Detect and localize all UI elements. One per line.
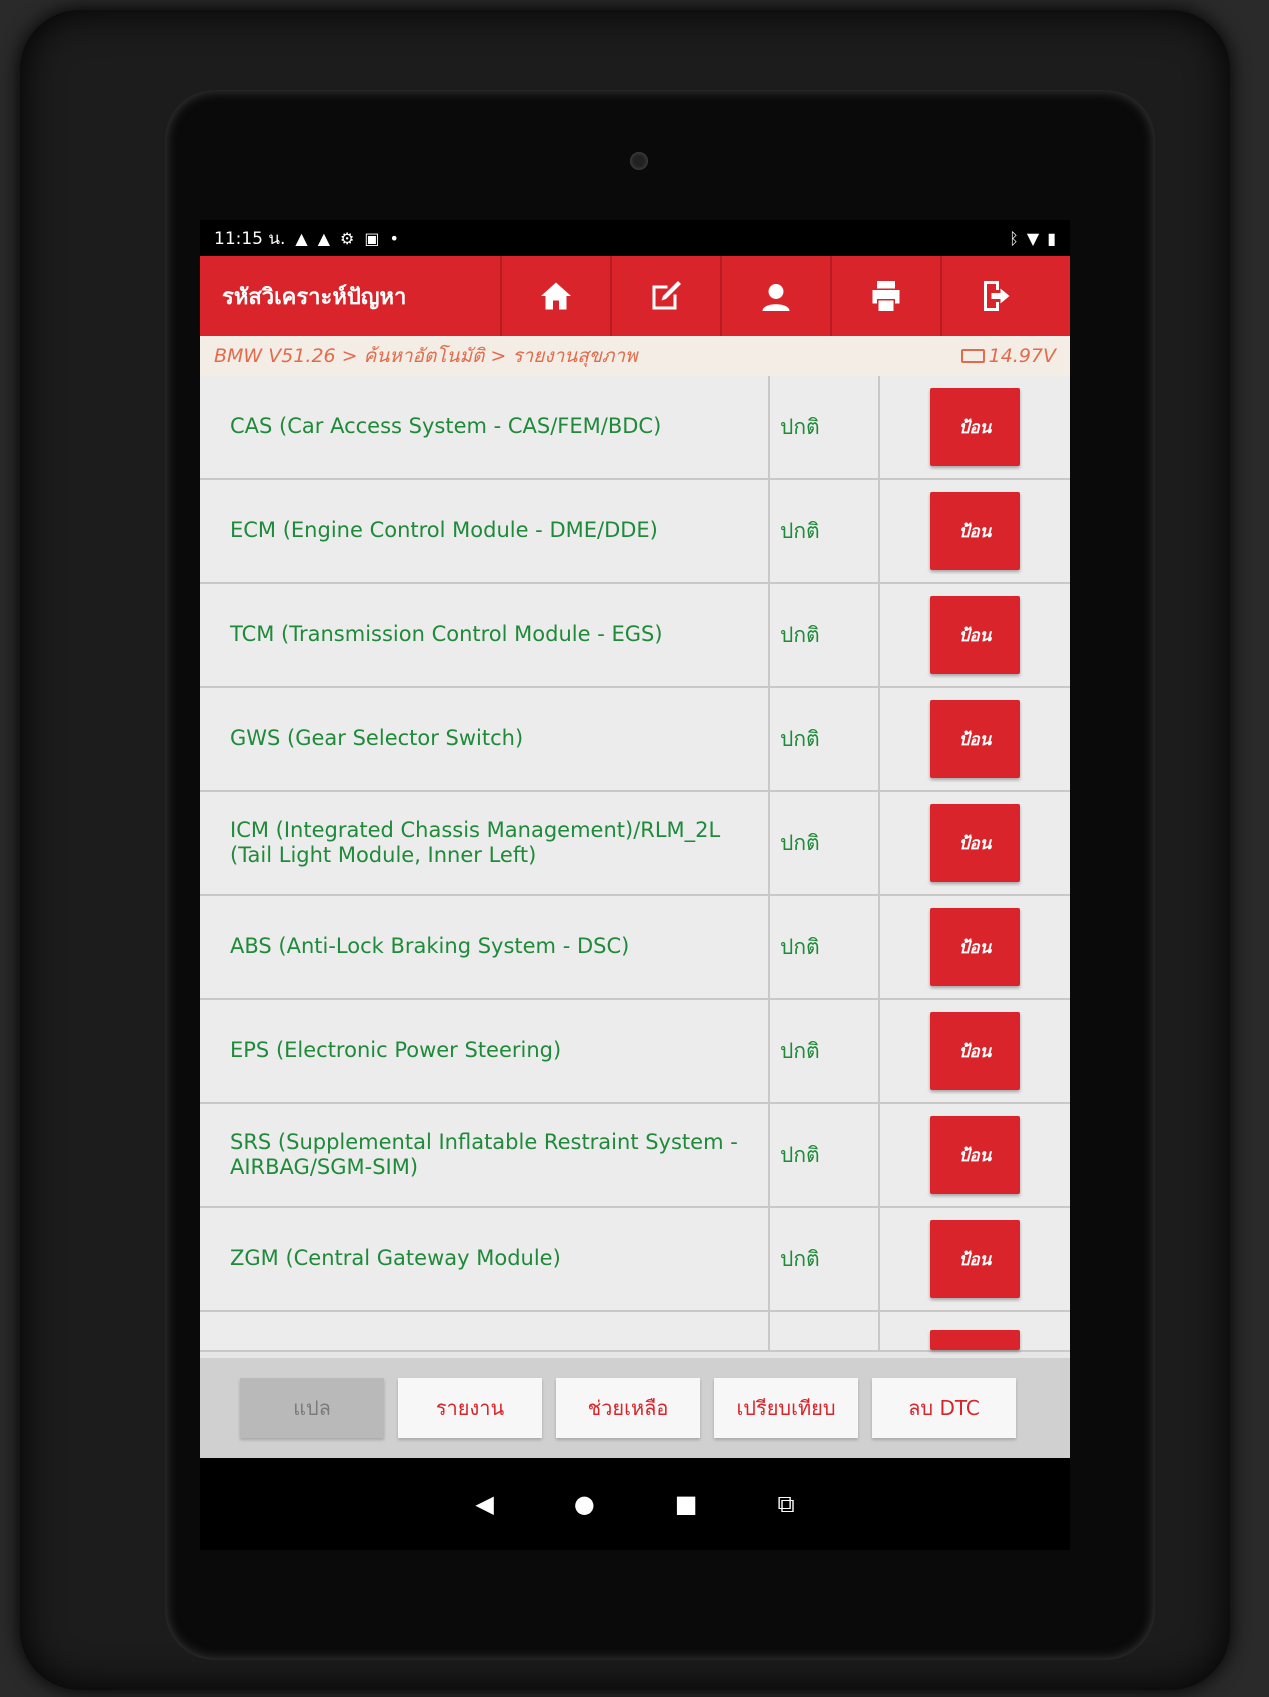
module-status: ปกติ [770, 1208, 880, 1310]
printer-icon [872, 281, 900, 311]
module-status: ปกติ [770, 376, 880, 478]
module-status: ปกติ [770, 792, 880, 894]
table-row: GWS (Gear Selector Switch) ปกติ ป้อน [200, 688, 1070, 792]
edit-button[interactable] [610, 256, 720, 336]
battery-voltage-icon [960, 349, 985, 363]
enter-module-button[interactable]: ป้อน [930, 596, 1020, 674]
compare-button[interactable]: เปรียบเทียบ [714, 1378, 858, 1438]
module-status: ปกติ [770, 1000, 880, 1102]
table-row: ICM (Integrated Chassis Management)/RLM_… [200, 792, 1070, 896]
table-row: EPS (Electronic Power Steering) ปกติ ป้อ… [200, 1000, 1070, 1104]
edit-icon [652, 281, 681, 310]
warning-icon: ▲ [295, 228, 308, 248]
battery-icon: ▮ [1047, 228, 1056, 248]
user-icon [762, 284, 790, 311]
voltage-value: 14.97V [988, 345, 1056, 367]
home-icon[interactable]: ● [574, 1490, 595, 1518]
translate-button[interactable]: แปล [240, 1378, 384, 1438]
exit-button[interactable] [940, 256, 1050, 336]
wifi-icon: ▼ [1026, 228, 1040, 248]
voltage-readout: 14.97V [960, 345, 1056, 367]
dot-icon: • [389, 228, 399, 248]
table-row [200, 1312, 1070, 1352]
table-row: ABS (Anti-Lock Braking System - DSC) ปกต… [200, 896, 1070, 1000]
home-button[interactable] [500, 256, 610, 336]
page-title: รหัสวิเคราะห์ปัญหา [222, 284, 407, 310]
module-name: ZGM (Central Gateway Module) [200, 1208, 770, 1310]
module-name: GWS (Gear Selector Switch) [200, 688, 770, 790]
clear-dtc-button[interactable]: ลบ DTC [872, 1378, 1016, 1438]
settings-icon: ⚙ [340, 228, 355, 248]
module-status: ปกติ [770, 480, 880, 582]
print-button[interactable] [830, 256, 940, 336]
help-button[interactable]: ช่วยเหลือ [556, 1378, 700, 1438]
module-name: ABS (Anti-Lock Braking System - DSC) [200, 896, 770, 998]
screen: 11:15 น. ▲ ▲ ⚙ ▣ • ᛒ ▼ ▮ รหัสวิเคราะห์ปั… [200, 220, 1070, 1550]
module-name: EPS (Electronic Power Steering) [200, 1000, 770, 1102]
recents-icon[interactable]: ■ [675, 1490, 698, 1518]
front-camera [630, 152, 648, 170]
breadcrumb: BMW V51.26 > ค้นหาอัตโนมัติ > รายงานสุขภ… [200, 336, 1070, 376]
image-icon: ▣ [364, 228, 380, 248]
status-time: 11:15 น. [214, 228, 286, 249]
status-bar: 11:15 น. ▲ ▲ ⚙ ▣ • ᛒ ▼ ▮ [200, 220, 1070, 256]
user-button[interactable] [720, 256, 830, 336]
bluetooth-icon: ᛒ [1009, 228, 1019, 248]
enter-module-button[interactable]: ป้อน [930, 388, 1020, 466]
module-name: CAS (Car Access System - CAS/FEM/BDC) [200, 376, 770, 478]
breadcrumb-path: BMW V51.26 > ค้นหาอัตโนมัติ > รายงานสุขภ… [214, 345, 638, 367]
module-name [200, 1312, 770, 1350]
module-status: ปกติ [770, 584, 880, 686]
home-icon [541, 282, 571, 310]
module-name: TCM (Transmission Control Module - EGS) [200, 584, 770, 686]
module-name: SRS (Supplemental Inflatable Restraint S… [200, 1104, 770, 1206]
table-row: ZGM (Central Gateway Module) ปกติ ป้อน [200, 1208, 1070, 1312]
enter-module-button[interactable] [930, 1330, 1020, 1350]
enter-module-button[interactable]: ป้อน [930, 908, 1020, 986]
exit-icon [984, 281, 1010, 311]
back-icon[interactable]: ◀ [475, 1490, 493, 1518]
table-row: ECM (Engine Control Module - DME/DDE) ปก… [200, 480, 1070, 584]
report-button[interactable]: รายงาน [398, 1378, 542, 1438]
module-status: ปกติ [770, 1104, 880, 1206]
bottom-toolbar: แปล รายงาน ช่วยเหลือ เปรียบเทียบ ลบ DTC [200, 1358, 1070, 1458]
enter-module-button[interactable]: ป้อน [930, 492, 1020, 570]
module-name: ICM (Integrated Chassis Management)/RLM_… [200, 792, 770, 894]
module-status [770, 1312, 880, 1350]
table-row: TCM (Transmission Control Module - EGS) … [200, 584, 1070, 688]
module-status: ปกติ [770, 896, 880, 998]
title-bar: รหัสวิเคราะห์ปัญหา [200, 256, 1070, 336]
module-status: ปกติ [770, 688, 880, 790]
enter-module-button[interactable]: ป้อน [930, 700, 1020, 778]
screenshot-icon[interactable]: ⧉ [777, 1490, 794, 1518]
table-row: SRS (Supplemental Inflatable Restraint S… [200, 1104, 1070, 1208]
enter-module-button[interactable]: ป้อน [930, 804, 1020, 882]
enter-module-button[interactable]: ป้อน [930, 1012, 1020, 1090]
enter-module-button[interactable]: ป้อน [930, 1220, 1020, 1298]
android-nav-bar: ◀ ● ■ ⧉ [200, 1458, 1070, 1550]
table-row: CAS (Car Access System - CAS/FEM/BDC) ปก… [200, 376, 1070, 480]
module-name: ECM (Engine Control Module - DME/DDE) [200, 480, 770, 582]
warning-icon: ▲ [317, 228, 331, 248]
enter-module-button[interactable]: ป้อน [930, 1116, 1020, 1194]
module-list[interactable]: CAS (Car Access System - CAS/FEM/BDC) ปก… [200, 376, 1070, 1358]
